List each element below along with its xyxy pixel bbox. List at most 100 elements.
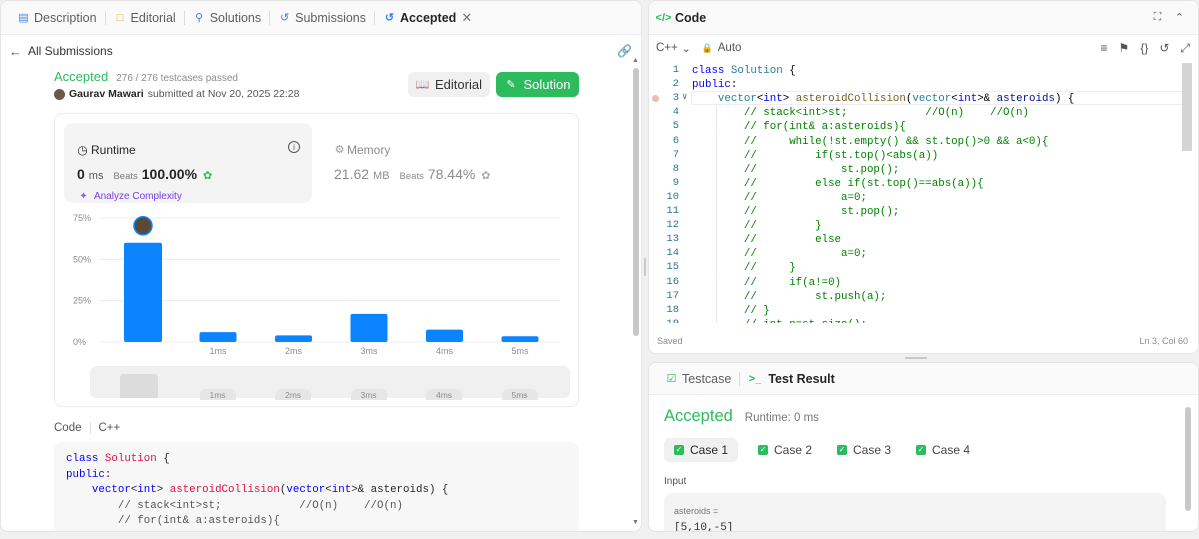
tab-label: Testcase xyxy=(682,371,732,386)
range-handle[interactable] xyxy=(120,374,158,398)
indent-guide xyxy=(716,162,717,177)
user-avatar-marker xyxy=(133,216,153,236)
auto-mode[interactable]: Auto xyxy=(718,42,742,54)
chart-bar-4ms[interactable] xyxy=(426,329,463,342)
runtime-box[interactable]: ◷ Runtime i 0 ms Beats 100.00% ✿ ✦ Analy… xyxy=(64,123,312,203)
memory-title: Memory xyxy=(347,143,391,157)
braces-icon[interactable]: {} xyxy=(1140,41,1148,56)
chart-bar-5ms[interactable] xyxy=(501,336,539,342)
code-line[interactable]: class Solution { xyxy=(692,64,796,78)
scroll-up-icon[interactable]: ▲ xyxy=(632,57,639,64)
chevron-down-icon[interactable]: ⌄ xyxy=(680,42,693,55)
tab-label: Submissions xyxy=(295,10,367,25)
code-line[interactable]: // } xyxy=(692,261,796,275)
indent-guide xyxy=(716,247,717,262)
case-tab-1[interactable]: ✓ Case 1 xyxy=(664,438,739,462)
line-number: 7 xyxy=(672,148,679,161)
username[interactable]: Gaurav Mawari xyxy=(69,88,144,100)
all-submissions-link[interactable]: All Submissions xyxy=(28,44,113,58)
case-tab-4[interactable]: ✓ Case 4 xyxy=(906,438,980,462)
analyze-complexity-button[interactable]: ✦ Analyze Complexity xyxy=(77,190,182,203)
range-tick-label: 5ms xyxy=(501,389,538,400)
tab-label: Description xyxy=(34,10,97,25)
code-line[interactable]: // stack<int>st; //O(n) //O(n) xyxy=(692,106,1029,120)
code-line[interactable]: // if(st.top()<abs(a)) xyxy=(692,149,938,163)
code-line[interactable]: // st.pop(); xyxy=(692,163,900,177)
panel-resize-handle[interactable] xyxy=(905,357,927,359)
close-icon[interactable]: ✕ xyxy=(460,10,473,25)
link-icon[interactable]: 🔗 xyxy=(617,44,632,58)
tab-editorial[interactable]: □ Editorial xyxy=(106,1,184,35)
code-line[interactable]: vector<int> asteroidCollision(vector<int… xyxy=(692,92,1075,106)
code-line[interactable]: // else xyxy=(692,233,841,247)
fold-chevron-icon[interactable]: ∨ xyxy=(682,92,687,102)
avatar[interactable] xyxy=(54,88,65,100)
case-tab-2[interactable]: ✓ Case 2 xyxy=(748,438,822,462)
tab-submissions[interactable]: ↺ Submissions xyxy=(270,1,374,35)
code-line[interactable]: // } xyxy=(692,219,822,233)
solution-button[interactable]: ✎ Solution xyxy=(496,72,579,97)
indent-guide xyxy=(716,120,717,135)
tab-test-result[interactable]: >_ Test Result xyxy=(740,363,842,395)
maximize-icon[interactable]: ⛶ xyxy=(1151,11,1164,24)
line-number: 11 xyxy=(666,205,679,217)
chart-bar-3ms[interactable] xyxy=(350,313,388,342)
code-title: Code xyxy=(675,10,707,25)
code-line[interactable]: // else if(st.top()==abs(a)){ xyxy=(692,177,984,191)
memory-box[interactable]: ⚙ Memory 21.62 MB Beats 78.44% ✿ xyxy=(323,123,571,203)
memory-beats: 78.44% xyxy=(427,166,476,182)
case-tab-3[interactable]: ✓ Case 3 xyxy=(827,438,901,462)
vertical-resize-handle[interactable] xyxy=(644,258,646,276)
y-tick-label: 75% xyxy=(73,213,91,223)
code-line[interactable]: // st.pop(); xyxy=(692,205,900,219)
code-line[interactable]: // a=0; xyxy=(692,247,867,261)
editorial-button[interactable]: 📖 Editorial xyxy=(408,72,490,97)
arrow-left-icon[interactable]: ← xyxy=(9,44,22,59)
left-scrollbar[interactable] xyxy=(633,68,639,336)
expand-icon[interactable]: ⤢ xyxy=(1180,41,1190,56)
chart-bar-0ms[interactable] xyxy=(124,242,162,342)
y-tick-label: 25% xyxy=(73,296,91,306)
chart-bar-1ms[interactable] xyxy=(199,332,237,342)
clock-icon: ◷ xyxy=(77,142,88,157)
scroll-down-icon[interactable]: ▼ xyxy=(632,519,639,526)
indent-guide xyxy=(716,190,717,205)
tab-solutions[interactable]: ⚲ Solutions xyxy=(185,1,269,35)
back-bar: ← All Submissions 🔗 xyxy=(1,41,641,61)
tab-label: Accepted xyxy=(400,10,457,25)
code-line[interactable]: public: xyxy=(692,78,737,92)
code-line[interactable]: // } xyxy=(692,304,770,318)
bookmark-icon[interactable]: ⚑ xyxy=(1119,41,1130,56)
code-line[interactable]: // while(!st.empty() && st.top()>0 && a<… xyxy=(692,135,1049,149)
chevron-up-icon[interactable]: ⌃ xyxy=(1173,11,1186,24)
line-number: 13 xyxy=(666,233,679,246)
tab-testcase[interactable]: ☑ Testcase xyxy=(657,363,739,395)
code-label: Code xyxy=(54,422,82,434)
range-tick-label: 3ms xyxy=(350,389,387,400)
indent-guide xyxy=(716,205,717,219)
info-icon[interactable]: i xyxy=(288,141,300,153)
reset-icon[interactable]: ↺ xyxy=(1159,41,1169,56)
code-line[interactable]: // int n=st.size(); xyxy=(692,318,867,323)
line-number: 15 xyxy=(666,261,679,274)
code-line[interactable]: // a=0; xyxy=(692,191,867,205)
indent-guide xyxy=(716,303,717,318)
language-select[interactable]: C++ xyxy=(656,42,678,54)
cursor-position: Ln 3, Col 60 xyxy=(1139,336,1188,346)
result-scrollbar[interactable] xyxy=(1185,407,1191,511)
range-slider[interactable] xyxy=(90,366,570,398)
terminal-icon: >_ xyxy=(748,372,762,385)
testcases-passed: 276 / 276 testcases passed xyxy=(116,73,238,84)
code-line[interactable]: // if(a!=0) xyxy=(692,276,841,290)
chart-bar-2ms[interactable] xyxy=(275,335,312,342)
tab-accepted[interactable]: ↺ Accepted ✕ xyxy=(375,1,481,35)
line-number: 2 xyxy=(672,78,679,91)
code-line[interactable]: // st.push(a); xyxy=(692,290,887,304)
format-icon[interactable]: ≡ xyxy=(1101,41,1108,56)
code-tab-bar: </> Code ⛶ ⌃ xyxy=(649,1,1198,35)
code-editor[interactable]: 1 class Solution {2 public: 3 vector<int> a… xyxy=(649,63,1184,323)
stats-card: ◷ Runtime i 0 ms Beats 100.00% ✿ ✦ Analy… xyxy=(54,113,579,407)
tab-description[interactable]: ▤ Description xyxy=(9,1,105,35)
editor-scrollbar[interactable] xyxy=(1182,63,1192,151)
code-line[interactable]: // for(int& a:asteroids){ xyxy=(692,120,906,134)
